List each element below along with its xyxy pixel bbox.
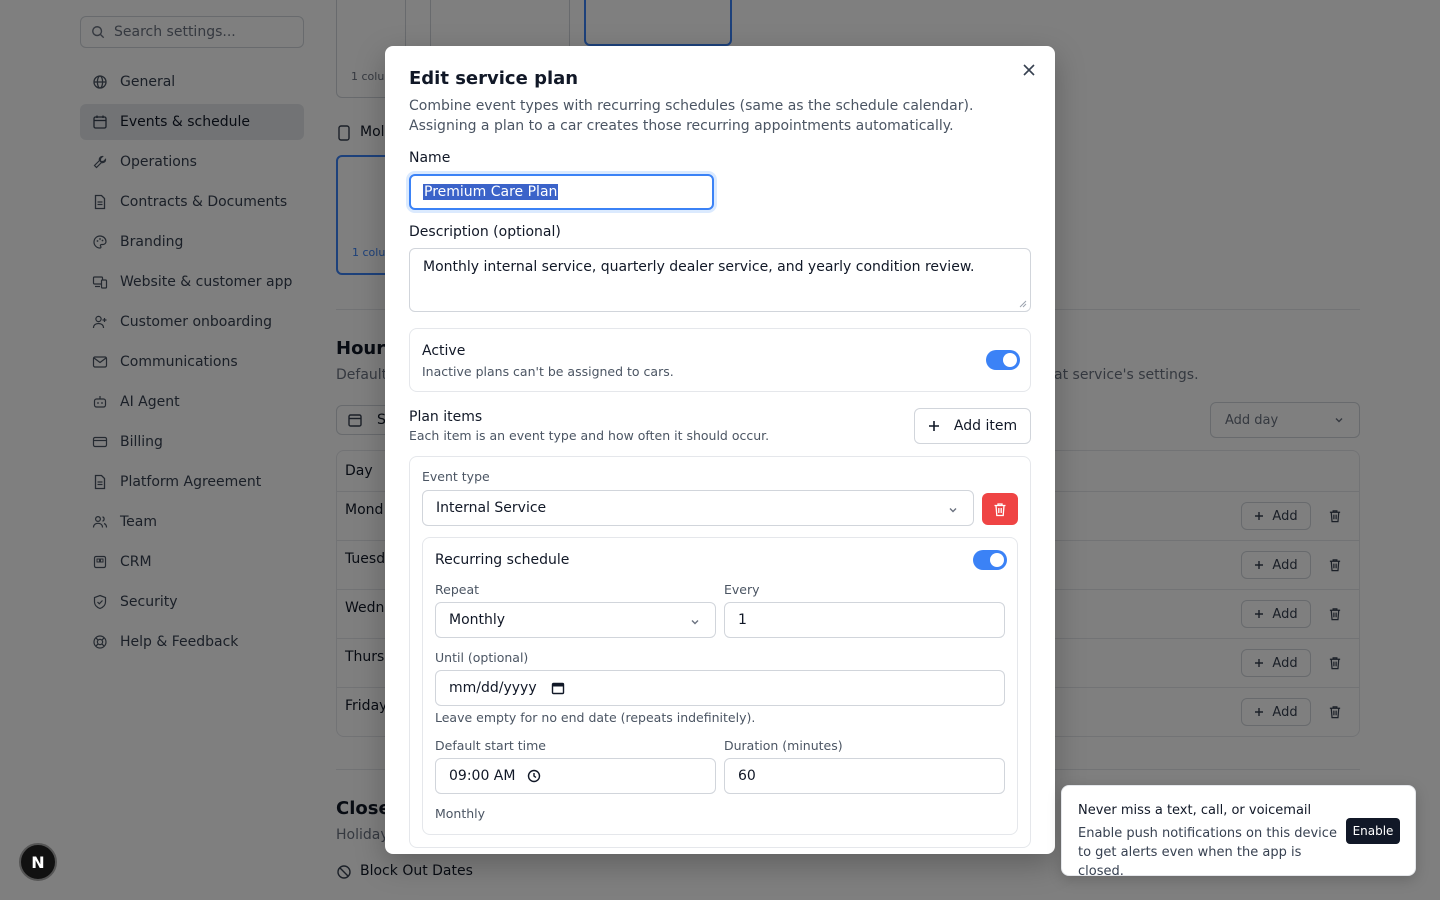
plan-items-label: Plan items (409, 409, 483, 425)
toast-body: Enable push notifications on this device… (1078, 826, 1337, 879)
close-button[interactable] (1021, 62, 1037, 78)
edit-service-plan-dialog: Edit service plan Combine event types wi… (385, 46, 1055, 854)
toast-title: Never miss a text, call, or voicemail (1078, 803, 1312, 818)
schedule-summary: Monthly (435, 806, 486, 821)
name-input-value: Premium Care Plan (423, 184, 559, 200)
trash-icon (994, 502, 1006, 516)
calendar-icon[interactable] (551, 681, 565, 695)
dev-tools-badge[interactable]: N (19, 843, 57, 881)
chevron-down-icon (691, 620, 699, 625)
recurring-label: Recurring schedule (435, 552, 570, 568)
enable-button[interactable]: Enable (1346, 818, 1400, 844)
resize-handle-icon[interactable] (1019, 300, 1027, 308)
every-input[interactable]: 1 (724, 602, 1005, 638)
chevron-down-icon (949, 508, 957, 513)
repeat-label: Repeat (435, 582, 480, 597)
description-textarea[interactable]: Monthly internal service, quarterly deal… (409, 248, 1031, 312)
active-card: Active Inactive plans can't be assigned … (409, 328, 1031, 392)
event-type-label: Event type (422, 469, 490, 484)
every-value: 1 (738, 612, 747, 628)
duration-input[interactable]: 60 (724, 758, 1005, 794)
recurring-schedule-card: Recurring schedule Repeat Monthly Every … (422, 537, 1018, 835)
event-type-value: Internal Service (436, 500, 547, 516)
event-type-select[interactable]: Internal Service (422, 490, 974, 526)
push-notification-toast: Never miss a text, call, or voicemail En… (1061, 785, 1416, 879)
plan-item-card: Event type Internal Service Recurring sc… (409, 456, 1031, 848)
active-hint: Inactive plans can't be assigned to cars… (422, 364, 674, 379)
active-toggle[interactable] (986, 350, 1020, 370)
name-label: Name (409, 150, 451, 166)
delete-item-button[interactable] (982, 493, 1018, 525)
repeat-value: Monthly (449, 612, 506, 628)
duration-value: 60 (738, 768, 756, 784)
duration-label: Duration (minutes) (724, 738, 843, 753)
clock-icon[interactable] (527, 769, 541, 783)
until-placeholder: mm/dd/yyyy (449, 680, 537, 696)
dialog-title: Edit service plan (409, 68, 579, 89)
until-label: Until (optional) (435, 650, 529, 665)
recurring-toggle[interactable] (973, 550, 1007, 570)
dialog-description: Combine event types with recurring sched… (409, 98, 974, 134)
plan-items-hint: Each item is an event type and how often… (409, 428, 770, 443)
description-label: Description (optional) (409, 224, 561, 240)
name-input[interactable]: Premium Care Plan (409, 174, 714, 210)
until-hint: Leave empty for no end date (repeats ind… (435, 710, 756, 725)
until-date-input[interactable]: mm/dd/yyyy (435, 670, 1005, 706)
plus-icon (928, 421, 939, 431)
add-item-label: Add item (953, 418, 1018, 434)
description-value: Monthly internal service, quarterly deal… (423, 259, 975, 275)
active-label: Active (422, 343, 466, 359)
close-icon (1023, 64, 1035, 76)
start-time-value: 09:00 AM (449, 768, 516, 784)
every-label: Every (724, 582, 760, 597)
start-time-label: Default start time (435, 738, 546, 753)
start-time-input[interactable]: 09:00 AM (435, 758, 716, 794)
add-item-button[interactable]: Add item (914, 408, 1031, 444)
repeat-select[interactable]: Monthly (435, 602, 716, 638)
